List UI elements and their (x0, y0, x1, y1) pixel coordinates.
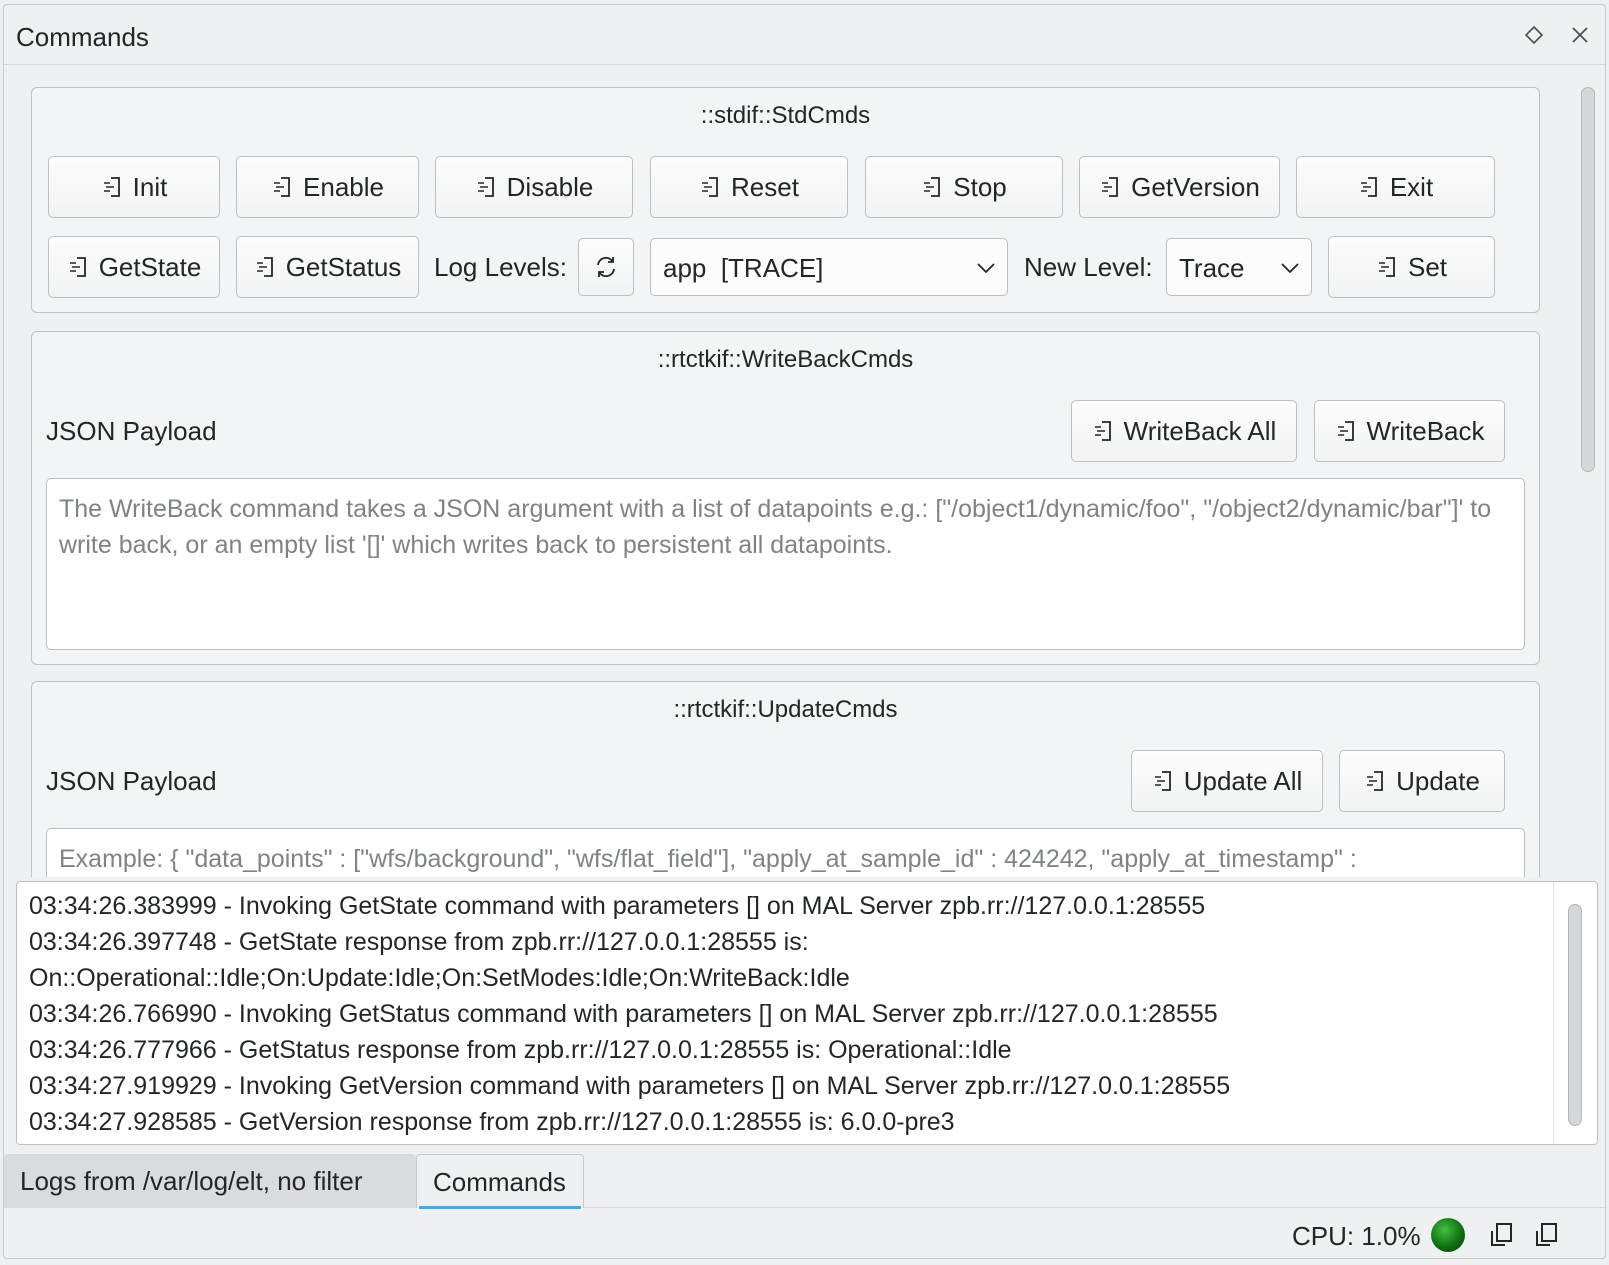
panel-scrollbar[interactable] (1578, 77, 1598, 877)
refresh-icon (597, 256, 615, 278)
getstatus-button[interactable]: GetStatus (236, 236, 419, 298)
commands-window: Commands ::stdif::StdCmds Init Enable Di… (3, 4, 1607, 1259)
writeback-button[interactable]: WriteBack (1314, 400, 1505, 462)
command-icon (256, 257, 273, 277)
tab-commands[interactable]: Commands (416, 1154, 584, 1209)
logger-select-value: app [TRACE] (663, 253, 824, 283)
command-icon (69, 257, 86, 277)
enable-label: Enable (303, 171, 384, 202)
log-levels-label: Log Levels: (434, 252, 567, 282)
getversion-label: GetVersion (1131, 171, 1260, 202)
update-label: Update (1396, 765, 1480, 796)
exit-button[interactable]: Exit (1296, 156, 1495, 218)
reset-label: Reset (731, 171, 799, 202)
disable-button[interactable]: Disable (435, 156, 633, 218)
titlebar: Commands (4, 5, 1605, 65)
chevron-down-icon (977, 263, 995, 274)
new-level-value: Trace (1179, 253, 1245, 283)
log-line: 03:34:27.919929 - Invoking GetVersion co… (29, 1072, 1231, 1100)
log-output[interactable]: 03:34:26.383999 - Invoking GetState comm… (16, 881, 1598, 1145)
update-button[interactable]: Update (1339, 750, 1505, 812)
refresh-button[interactable] (578, 238, 634, 296)
chevron-down-icon (1281, 263, 1299, 274)
getversion-button[interactable]: GetVersion (1079, 156, 1280, 218)
cpu-usage: CPU: 1.0% (1292, 1221, 1421, 1251)
close-icon[interactable] (1564, 19, 1596, 51)
new-level-select[interactable]: Trace (1166, 238, 1312, 296)
update-placeholder: Example: { "data_points" : ["wfs/backgro… (59, 845, 1357, 873)
writeback-all-button[interactable]: WriteBack All (1071, 400, 1297, 462)
command-icon (477, 177, 494, 197)
panel-scrollbar-thumb[interactable] (1581, 87, 1595, 472)
new-level-label: New Level: (1024, 252, 1153, 282)
set-button[interactable]: Set (1328, 236, 1495, 298)
log-line: 03:34:26.383999 - Invoking GetState comm… (29, 892, 1206, 920)
network-icon[interactable] (1534, 1221, 1562, 1249)
command-icon (1360, 177, 1377, 197)
command-icon (1378, 257, 1395, 277)
writeback-label: WriteBack (1366, 415, 1485, 446)
init-label: Init (132, 171, 168, 202)
logger-select[interactable]: app [TRACE] (650, 238, 1008, 296)
status-led-icon (1431, 1218, 1465, 1252)
command-icon (1154, 771, 1171, 791)
bottom-tabs: Logs from /var/log/elt, no filter Comman… (4, 1152, 1607, 1209)
command-icon (1102, 177, 1119, 197)
init-button[interactable]: Init (48, 156, 220, 218)
command-icon (103, 177, 120, 197)
update-group: ::rtctkif::UpdateCmds JSON Payload Updat… (31, 681, 1540, 877)
status-bar: CPU: 1.0% (4, 1213, 1607, 1258)
window-title: Commands (16, 22, 149, 52)
writeback-all-label: WriteBack All (1123, 415, 1277, 446)
writeback-payload-label: JSON Payload (46, 416, 217, 446)
command-icon (702, 177, 718, 197)
log-line: 03:34:26.777966 - GetStatus response fro… (29, 1036, 1012, 1064)
stdcmds-title: ::stdif::StdCmds (700, 102, 871, 129)
disable-label: Disable (506, 171, 594, 202)
command-icon (274, 177, 290, 197)
network-icon[interactable] (1489, 1221, 1517, 1249)
log-line: 03:34:27.928585 - GetVersion response fr… (29, 1108, 955, 1136)
tab-logs[interactable]: Logs from /var/log/elt, no filter (4, 1154, 416, 1208)
command-icon (1337, 421, 1354, 441)
writeback-placeholder: The WriteBack command takes a JSON argum… (59, 495, 1492, 559)
set-label: Set (1407, 251, 1448, 282)
writeback-group: ::rtctkif::WriteBackCmds JSON Payload Wr… (31, 331, 1540, 665)
reset-button[interactable]: Reset (650, 156, 848, 218)
update-title: ::rtctkif::UpdateCmds (673, 696, 898, 723)
float-icon[interactable] (1518, 19, 1550, 51)
getstate-label: GetState (98, 251, 202, 282)
command-icon (924, 177, 941, 197)
enable-button[interactable]: Enable (236, 156, 419, 218)
command-icon (1367, 771, 1383, 791)
log-line: 03:34:26.397748 - GetState response from… (29, 928, 809, 956)
stop-label: Stop (953, 171, 1007, 202)
commands-scroll-panel: ::stdif::StdCmds Init Enable Disable Res… (16, 77, 1598, 877)
log-scrollbar-thumb[interactable] (1568, 904, 1582, 1126)
stop-button[interactable]: Stop (865, 156, 1063, 218)
log-scrollbar[interactable] (1553, 882, 1597, 1144)
update-all-button[interactable]: Update All (1131, 750, 1323, 812)
update-payload-input[interactable]: Example: { "data_points" : ["wfs/backgro… (46, 828, 1525, 877)
stdcmds-group: ::stdif::StdCmds Init Enable Disable Res… (31, 87, 1540, 313)
log-line: On::Operational::Idle;On:Update:Idle;On:… (29, 964, 850, 992)
writeback-payload-input[interactable]: The WriteBack command takes a JSON argum… (46, 478, 1525, 650)
exit-label: Exit (1389, 171, 1434, 202)
getstatus-label: GetStatus (285, 251, 402, 282)
update-all-label: Update All (1183, 765, 1303, 796)
log-lines: 03:34:26.383999 - Invoking GetState comm… (29, 888, 1547, 1140)
getstate-button[interactable]: GetState (48, 236, 220, 298)
update-payload-label: JSON Payload (46, 766, 217, 796)
log-line: 03:34:26.766990 - Invoking GetStatus com… (29, 1000, 1218, 1028)
command-icon (1094, 421, 1111, 441)
writeback-title: ::rtctkif::WriteBackCmds (657, 346, 914, 373)
